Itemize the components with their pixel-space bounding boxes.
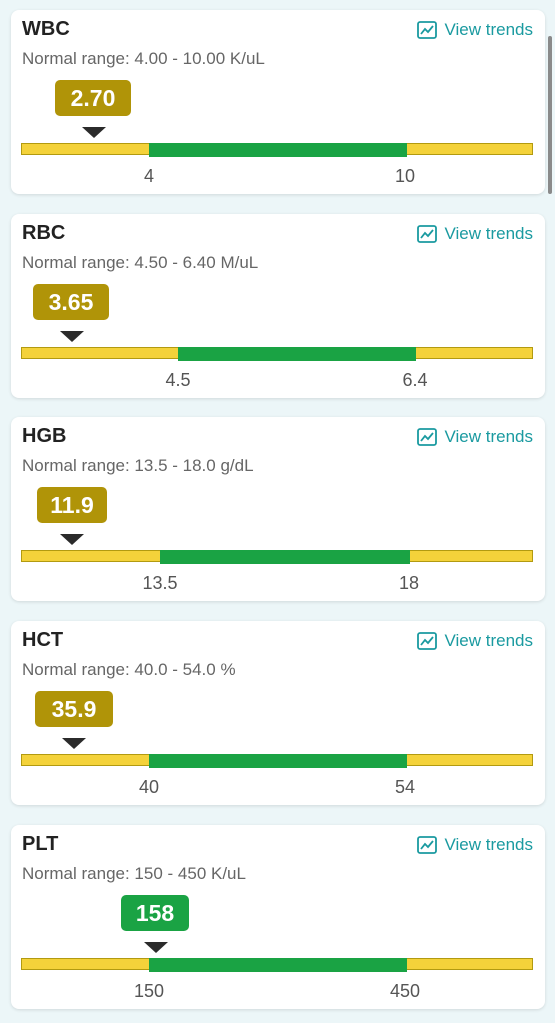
- low-limit-label: 40: [138, 777, 160, 797]
- result-marker: [144, 942, 168, 953]
- test-name: WBC: [22, 18, 70, 40]
- trend-chart-icon: [417, 428, 438, 446]
- normal-range-text: Normal range: 4.50 - 6.40 M/uL: [22, 253, 259, 272]
- result-value-badge: 3.65: [33, 284, 109, 320]
- result-marker: [60, 331, 84, 342]
- view-trends-link[interactable]: View trends: [417, 20, 533, 40]
- test-name: RBC: [22, 222, 66, 244]
- scrollbar[interactable]: [548, 36, 552, 194]
- view-trends-link[interactable]: View trends: [417, 835, 533, 855]
- range-bar: [21, 143, 533, 157]
- view-trends-label: View trends: [444, 20, 533, 39]
- low-limit-label: 4.5: [165, 370, 191, 390]
- test-name: PLT: [22, 833, 59, 855]
- range-bar: [21, 754, 533, 768]
- lab-card-plt: PLT View trends Normal range: 150 - 450 …: [11, 825, 545, 1009]
- normal-range-segment: [178, 347, 416, 361]
- view-trends-link[interactable]: View trends: [417, 631, 533, 651]
- normal-range-segment: [149, 754, 407, 768]
- low-limit-label: 13.5: [142, 573, 178, 593]
- trend-chart-icon: [417, 632, 438, 650]
- view-trends-label: View trends: [444, 835, 533, 854]
- result-marker: [62, 738, 86, 749]
- high-limit-label: 6.4: [402, 370, 428, 390]
- normal-range-text: Normal range: 150 - 450 K/uL: [22, 864, 246, 883]
- result-marker: [82, 127, 106, 138]
- trend-chart-icon: [417, 836, 438, 854]
- normal-range-text: Normal range: 4.00 - 10.00 K/uL: [22, 49, 265, 68]
- view-trends-label: View trends: [444, 631, 533, 650]
- range-bar: [21, 550, 533, 564]
- high-limit-label: 450: [389, 981, 421, 1001]
- normal-range-text: Normal range: 13.5 - 18.0 g/dL: [22, 456, 254, 475]
- high-limit-label: 10: [394, 166, 416, 186]
- view-trends-label: View trends: [444, 224, 533, 243]
- range-bar: [21, 958, 533, 972]
- normal-range-text: Normal range: 40.0 - 54.0 %: [22, 660, 236, 679]
- view-trends-link[interactable]: View trends: [417, 427, 533, 447]
- result-value-badge: 2.70: [55, 80, 131, 116]
- normal-range-segment: [149, 958, 407, 972]
- range-bar: [21, 347, 533, 361]
- test-name: HCT: [22, 629, 64, 651]
- view-trends-link[interactable]: View trends: [417, 224, 533, 244]
- low-limit-label: 4: [143, 166, 155, 186]
- low-limit-label: 150: [133, 981, 165, 1001]
- result-value-badge: 158: [121, 895, 189, 931]
- result-marker: [60, 534, 84, 545]
- lab-card-wbc: WBC View trends Normal range: 4.00 - 10.…: [11, 10, 545, 194]
- normal-range-segment: [149, 143, 407, 157]
- result-value-badge: 11.9: [37, 487, 107, 523]
- lab-card-hgb: HGB View trends Normal range: 13.5 - 18.…: [11, 417, 545, 601]
- normal-range-segment: [160, 550, 410, 564]
- view-trends-label: View trends: [444, 427, 533, 446]
- result-value-badge: 35.9: [35, 691, 113, 727]
- high-limit-label: 54: [394, 777, 416, 797]
- high-limit-label: 18: [398, 573, 420, 593]
- lab-card-rbc: RBC View trends Normal range: 4.50 - 6.4…: [11, 214, 545, 398]
- trend-chart-icon: [417, 21, 438, 39]
- trend-chart-icon: [417, 225, 438, 243]
- test-name: HGB: [22, 425, 67, 447]
- lab-card-hct: HCT View trends Normal range: 40.0 - 54.…: [11, 621, 545, 805]
